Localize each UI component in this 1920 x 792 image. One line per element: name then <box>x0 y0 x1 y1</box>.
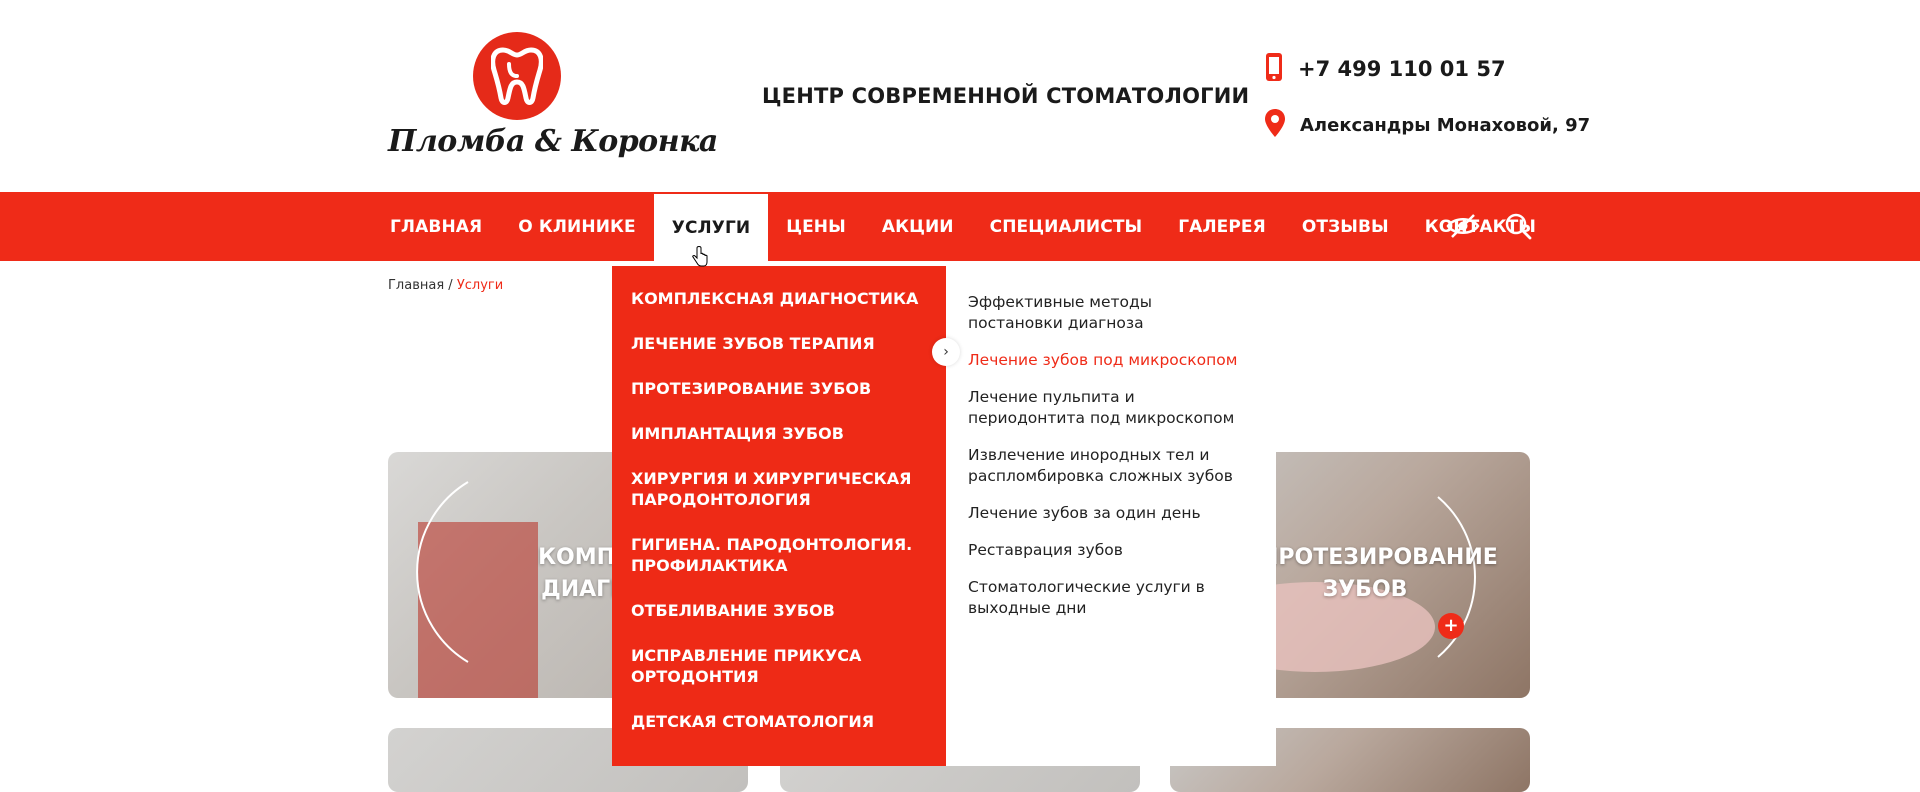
nav-item-promotions[interactable]: АКЦИИ <box>864 192 972 261</box>
dropdown-category-item[interactable]: ПРОТЕЗИРОВАНИЕ ЗУБОВ <box>631 378 921 399</box>
dropdown-subitem[interactable]: Извлечение инородных тел и распломбировк… <box>968 445 1248 487</box>
nav-icons <box>1446 212 1532 244</box>
map-pin-icon <box>1264 108 1286 143</box>
site-header: Пломба & Коронка ЦЕНТР СОВРЕМЕННОЙ СТОМА… <box>0 0 1920 192</box>
nav-item-home[interactable]: ГЛАВНАЯ <box>372 192 500 261</box>
dropdown-subitem-active[interactable]: Лечение зубов под микроскопом <box>968 350 1248 371</box>
address-text: Александры Монаховой, 97 <box>1300 114 1591 136</box>
dropdown-category-item[interactable]: ХИРУРГИЯ И ХИРУРГИЧЕСКАЯ ПАРОДОНТОЛОГИЯ <box>631 468 921 510</box>
services-dropdown-categories: КОМПЛЕКСНАЯ ДИАГНОСТИКА ЛЕЧЕНИЕ ЗУБОВ ТЕ… <box>612 266 946 766</box>
dropdown-category-item[interactable]: ДЕТСКАЯ СТОМАТОЛОГИЯ <box>631 711 921 732</box>
site-tagline: ЦЕНТР СОВРЕМЕННОЙ СТОМАТОЛОГИИ <box>762 84 1250 108</box>
breadcrumb-home[interactable]: Главная <box>388 278 444 293</box>
address-contact[interactable]: Александры Монаховой, 97 <box>1264 108 1591 143</box>
card-title-line: ЗУБОВ <box>1322 577 1408 602</box>
services-dropdown-subitems: Эффективные методы постановки диагноза Л… <box>946 266 1276 766</box>
phone-icon <box>1264 52 1284 87</box>
dropdown-category-item[interactable]: ИСПРАВЛЕНИЕ ПРИКУСА ОРТОДОНТИЯ <box>631 645 921 687</box>
dropdown-subitem[interactable]: Эффективные методы постановки диагноза <box>968 292 1248 334</box>
nav-item-about[interactable]: О КЛИНИКЕ <box>500 192 653 261</box>
chevron-right-icon[interactable]: › <box>932 338 960 366</box>
breadcrumb-separator: / <box>444 278 457 293</box>
dropdown-subitem[interactable]: Реставрация зубов <box>968 540 1248 561</box>
dropdown-category-item[interactable]: ГИГИЕНА. ПАРОДОНТОЛОГИЯ. ПРОФИЛАКТИКА <box>631 534 921 576</box>
hand-cursor-icon <box>692 246 708 267</box>
nav-item-reviews[interactable]: ОТЗЫВЫ <box>1284 192 1407 261</box>
nav-item-prices[interactable]: ЦЕНЫ <box>768 192 864 261</box>
phone-number[interactable]: +7 499 110 01 57 <box>1298 57 1506 81</box>
breadcrumb: Главная / Услуги <box>388 278 503 293</box>
dropdown-category-item[interactable]: ИМПЛАНТАЦИЯ ЗУБОВ <box>631 423 921 444</box>
site-logo[interactable]: Пломба & Коронка <box>388 28 718 168</box>
search-icon[interactable] <box>1504 212 1532 244</box>
main-nav: ГЛАВНАЯ О КЛИНИКЕ УСЛУГИ ЦЕНЫ АКЦИИ СПЕЦ… <box>0 192 1920 261</box>
nav-item-services[interactable]: УСЛУГИ <box>653 194 769 261</box>
tooth-logo-icon <box>473 32 561 120</box>
nav-item-specialists[interactable]: СПЕЦИАЛИСТЫ <box>972 192 1161 261</box>
dropdown-subitem[interactable]: Лечение пульпита и периодонтита под микр… <box>968 387 1248 429</box>
card-expand-button[interactable]: + <box>1438 613 1464 639</box>
phone-contact[interactable]: +7 499 110 01 57 <box>1264 52 1506 87</box>
card-title-prosthetics: ПРОТЕЗИРОВАНИЕ ЗУБОВ <box>1260 542 1498 606</box>
dropdown-subitem[interactable]: Лечение зубов за один день <box>968 503 1248 524</box>
card-title-line: ПРОТЕЗИРОВАНИЕ <box>1260 545 1498 570</box>
low-vision-icon[interactable] <box>1446 212 1480 244</box>
dropdown-category-item[interactable]: ОТБЕЛИВАНИЕ ЗУБОВ <box>631 600 921 621</box>
nav-list: ГЛАВНАЯ О КЛИНИКЕ УСЛУГИ ЦЕНЫ АКЦИИ СПЕЦ… <box>372 192 1554 261</box>
nav-item-gallery[interactable]: ГАЛЕРЕЯ <box>1160 192 1284 261</box>
dropdown-category-item[interactable]: ЛЕЧЕНИЕ ЗУБОВ ТЕРАПИЯ <box>631 333 921 354</box>
brand-name: Пломба & Коронка <box>388 124 718 159</box>
dropdown-subitem[interactable]: Стоматологические услуги в выходные дни <box>968 577 1248 619</box>
breadcrumb-current: Услуги <box>456 278 504 293</box>
dropdown-category-item[interactable]: КОМПЛЕКСНАЯ ДИАГНОСТИКА <box>631 288 921 309</box>
